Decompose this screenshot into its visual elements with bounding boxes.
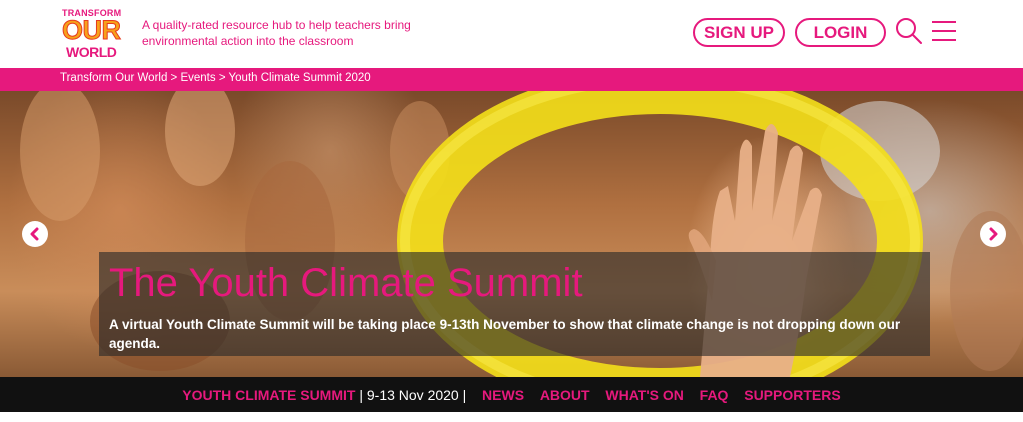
logo-line-3: WORLD — [66, 44, 117, 60]
event-subnav: YOUTH CLIMATE SUMMIT | 9-13 Nov 2020 | N… — [0, 377, 1023, 412]
hero-title: The Youth Climate Summit — [109, 261, 583, 305]
breadcrumb-bar: Transform Our World > Events > Youth Cli… — [0, 68, 1023, 91]
chevron-left-icon — [30, 227, 39, 241]
site-header: TRANSFORM OUR WORLD A quality-rated reso… — [0, 0, 1023, 68]
subnav-link-whats-on[interactable]: WHAT'S ON — [605, 387, 684, 403]
carousel-next-button[interactable] — [980, 221, 1006, 247]
subnav-link-news[interactable]: NEWS — [482, 387, 524, 403]
site-tagline: A quality-rated resource hub to help tea… — [142, 18, 411, 48]
breadcrumb-separator: > — [167, 72, 181, 84]
breadcrumb-item-home[interactable]: Transform Our World — [60, 72, 167, 84]
subnav-divider: | — [359, 387, 363, 403]
breadcrumb-item-current: Youth Climate Summit 2020 — [228, 72, 371, 84]
subnav-divider: | — [462, 387, 467, 403]
subnav-dates: 9-13 Nov 2020 — [366, 387, 459, 403]
hero-caption: The Youth Climate Summit A virtual Youth… — [99, 252, 930, 356]
site-logo[interactable]: TRANSFORM OUR WORLD — [60, 8, 122, 60]
subnav-event-name[interactable]: YOUTH CLIMATE SUMMIT — [182, 387, 355, 403]
hero-description: A virtual Youth Climate Summit will be t… — [109, 317, 901, 351]
logo-line-2: OUR — [62, 15, 122, 45]
subnav-link-faq[interactable]: FAQ — [700, 387, 729, 403]
login-button[interactable]: LOGIN — [795, 18, 886, 47]
hero-banner: The Youth Climate Summit A virtual Youth… — [0, 91, 1023, 377]
sign-up-button[interactable]: SIGN UP — [693, 18, 785, 47]
subnav-link-about[interactable]: ABOUT — [540, 387, 590, 403]
chevron-right-icon — [989, 227, 998, 241]
breadcrumb-separator: > — [215, 72, 229, 84]
carousel-prev-button[interactable] — [22, 221, 48, 247]
breadcrumb: Transform Our World > Events > Youth Cli… — [60, 72, 371, 84]
breadcrumb-item-events[interactable]: Events — [180, 72, 215, 84]
menu-icon[interactable] — [931, 20, 957, 42]
subnav-link-supporters[interactable]: SUPPORTERS — [744, 387, 840, 403]
search-icon[interactable] — [894, 16, 924, 46]
